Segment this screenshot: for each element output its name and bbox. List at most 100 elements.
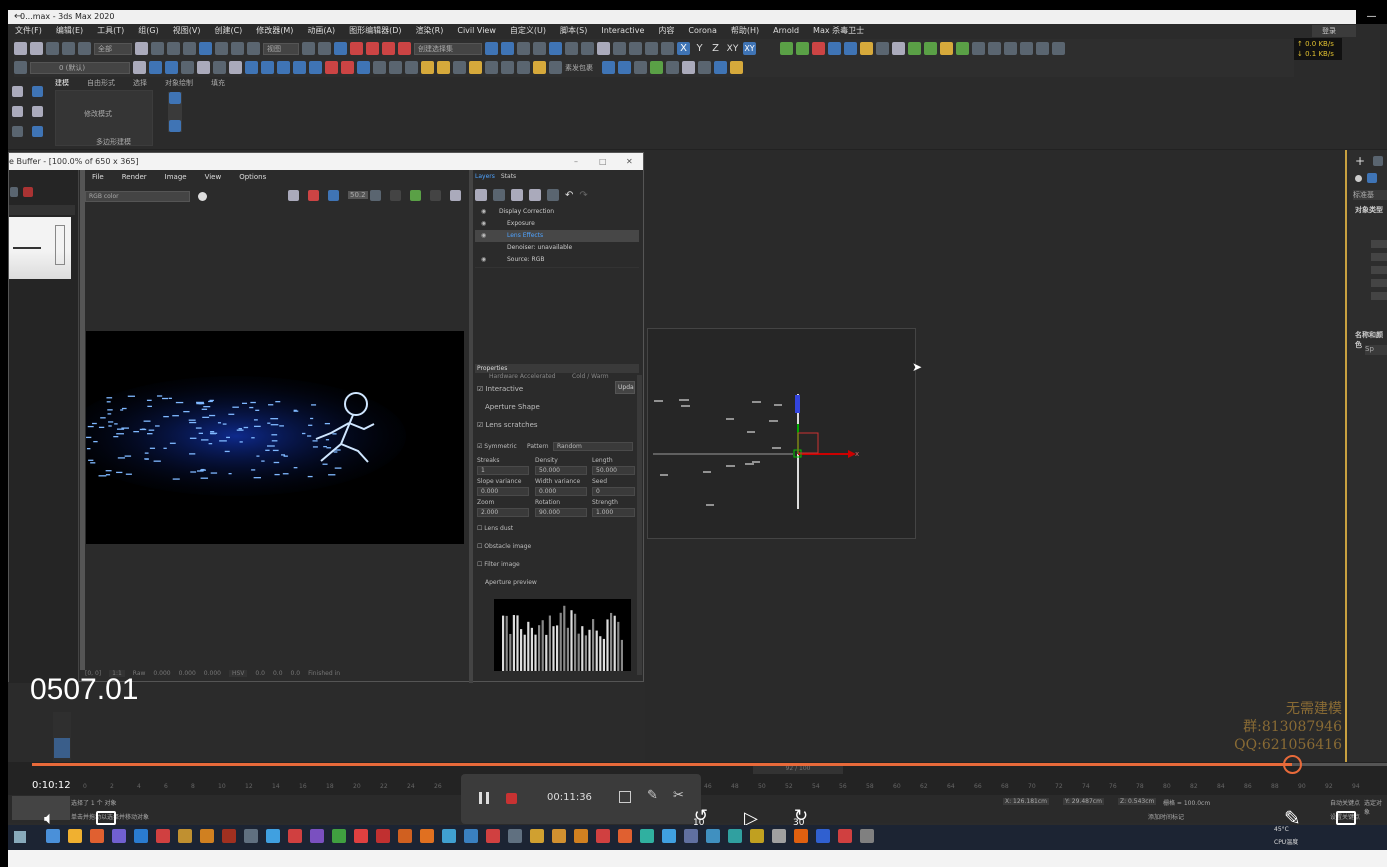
minimize-icon[interactable]: — — [1356, 10, 1387, 24]
slope-spinner[interactable]: 0.000 — [477, 487, 529, 496]
menu-item[interactable]: 创建(C) — [207, 24, 249, 38]
zoom-percent[interactable]: 50.2 — [348, 191, 368, 199]
plugin-m-icon[interactable] — [469, 61, 482, 74]
schematic-view-icon[interactable] — [565, 42, 578, 55]
menu-item[interactable]: 动画(A) — [300, 24, 342, 38]
fb-maximize-icon[interactable]: □ — [599, 153, 607, 170]
plugin-n-icon[interactable] — [485, 61, 498, 74]
shape-icon[interactable] — [12, 106, 23, 117]
ribbon-tab[interactable]: 对象绘制 — [165, 78, 193, 88]
geometry-icon[interactable] — [1355, 175, 1362, 182]
plugin-l-icon[interactable] — [453, 61, 466, 74]
redo-icon[interactable] — [30, 42, 43, 55]
taskbar-app-icon[interactable] — [266, 829, 280, 843]
resize-icon[interactable] — [619, 791, 631, 803]
render-production-icon[interactable] — [629, 42, 642, 55]
visibility-eye-icon[interactable]: ◉ — [481, 218, 486, 230]
time-slider[interactable]: 92 / 100 — [753, 765, 843, 774]
plugin-j-icon[interactable] — [421, 61, 434, 74]
plugin-icon-6[interactable] — [908, 42, 921, 55]
plugin-icon-15[interactable] — [1052, 42, 1065, 55]
taskbar-app-icon[interactable] — [530, 829, 544, 843]
scissors-icon[interactable]: ✂ — [673, 788, 684, 803]
spinner-snap-icon[interactable] — [398, 42, 411, 55]
ribbon-tab[interactable]: 自由形式 — [87, 78, 115, 88]
update-button[interactable]: Upda — [615, 381, 635, 394]
menu-item[interactable]: 组(G) — [131, 24, 165, 38]
plugin-q-icon[interactable] — [533, 61, 546, 74]
cursor-icon[interactable] — [682, 61, 695, 74]
snap-toggle-icon[interactable] — [350, 42, 363, 55]
render-iterative-icon[interactable] — [645, 42, 658, 55]
add-time-tag[interactable]: 添加时间标记 — [1148, 812, 1184, 821]
menu-item[interactable]: 自定义(U) — [503, 24, 553, 38]
fit-icon[interactable] — [370, 190, 381, 201]
layer-list-icon[interactable] — [547, 189, 559, 201]
taskbar-app-icon[interactable] — [750, 829, 764, 843]
taskbar-app-icon[interactable] — [662, 829, 676, 843]
create-layer-icon[interactable] — [133, 61, 146, 74]
taskbar-app-icon[interactable] — [68, 829, 82, 843]
menu-item[interactable]: 编辑(E) — [49, 24, 90, 38]
taskbar-app-icon[interactable] — [354, 829, 368, 843]
object-type-dropdown[interactable]: 标准基 — [1353, 190, 1387, 200]
selection-filter-dropdown[interactable]: 全部 — [94, 42, 132, 55]
lock-icon[interactable] — [390, 190, 401, 201]
ribbon-toggle-icon[interactable] — [533, 42, 546, 55]
skull-icon[interactable] — [892, 42, 905, 55]
width-variance-spinner[interactable]: 0.000 — [535, 487, 587, 496]
fb-close-icon[interactable]: ✕ — [626, 153, 633, 170]
rendered-image[interactable] — [86, 331, 464, 544]
fb-minimize-icon[interactable]: – — [574, 153, 578, 170]
history-thumbnail[interactable] — [9, 217, 71, 279]
taskbar-app-icon[interactable] — [156, 829, 170, 843]
taskbar-app-icon[interactable] — [574, 829, 588, 843]
select-rotate-icon[interactable] — [215, 42, 228, 55]
taskbar-app-icon[interactable] — [860, 829, 874, 843]
layer-save-icon[interactable] — [529, 189, 541, 201]
pivot-icon[interactable] — [302, 42, 315, 55]
taskbar-app-icon[interactable] — [596, 829, 610, 843]
reference-coord-dropdown[interactable]: 视图 — [263, 42, 299, 55]
tab-label[interactable]: 0...max — [20, 12, 50, 21]
pattern-dropdown[interactable]: Random — [553, 442, 633, 451]
visibility-eye-icon[interactable]: ◉ — [481, 206, 486, 218]
plugin-s-icon[interactable] — [602, 61, 615, 74]
create-tab-icon[interactable]: + — [1355, 154, 1365, 168]
auto-key-button[interactable]: 自动关键点 — [1330, 798, 1360, 807]
image-icon[interactable] — [12, 126, 23, 137]
plugin-h-icon[interactable] — [389, 61, 402, 74]
visibility-eye-icon[interactable]: ◉ — [481, 230, 486, 242]
taskbar-app-icon[interactable] — [728, 829, 742, 843]
selection-set-dropdown[interactable]: 创建选择集 — [414, 42, 482, 55]
panel-splitter[interactable] — [469, 170, 473, 683]
ribbon-tab[interactable]: 选择 — [133, 78, 147, 88]
axis-xy-active-toggle[interactable]: XY — [743, 42, 756, 55]
taskbar-app-icon[interactable] — [288, 829, 302, 843]
taskbar-app-icon[interactable] — [618, 829, 632, 843]
strength-spinner[interactable]: 1.000 — [592, 508, 635, 517]
plugin-icon-1[interactable] — [780, 42, 793, 55]
ribbon-btn-2[interactable] — [169, 120, 181, 132]
layer-row[interactable]: ◉ Display Correction — [475, 206, 639, 218]
paint-icon[interactable] — [32, 126, 43, 137]
mirror-icon[interactable] — [485, 42, 498, 55]
layer-explorer-icon[interactable] — [14, 61, 27, 74]
brush-icon[interactable] — [261, 61, 274, 74]
bind-spacewarp-icon[interactable] — [78, 42, 91, 55]
taskbar-app-icon[interactable] — [794, 829, 808, 843]
sphere-icon[interactable] — [213, 61, 226, 74]
axis-z-toggle[interactable]: Z — [709, 43, 722, 54]
layer-add-icon[interactable] — [475, 189, 487, 201]
taskbar-app-icon[interactable] — [464, 829, 478, 843]
curve-editor-icon[interactable] — [549, 42, 562, 55]
menu-item[interactable]: 脚本(S) — [553, 24, 594, 38]
layer-row[interactable]: ◉ Source: RGB — [475, 254, 639, 266]
render-teapot-icon[interactable] — [410, 190, 421, 201]
maxscript-listener[interactable] — [12, 796, 70, 820]
plugin-u-icon[interactable] — [634, 61, 647, 74]
coord-x[interactable]: X: 126.181cm — [1003, 798, 1049, 805]
rendered-frame-icon[interactable] — [613, 42, 626, 55]
layer-redo-icon[interactable]: ↷ — [579, 190, 587, 201]
obstacle-checkbox[interactable]: ☐ Obstacle image — [477, 543, 531, 550]
